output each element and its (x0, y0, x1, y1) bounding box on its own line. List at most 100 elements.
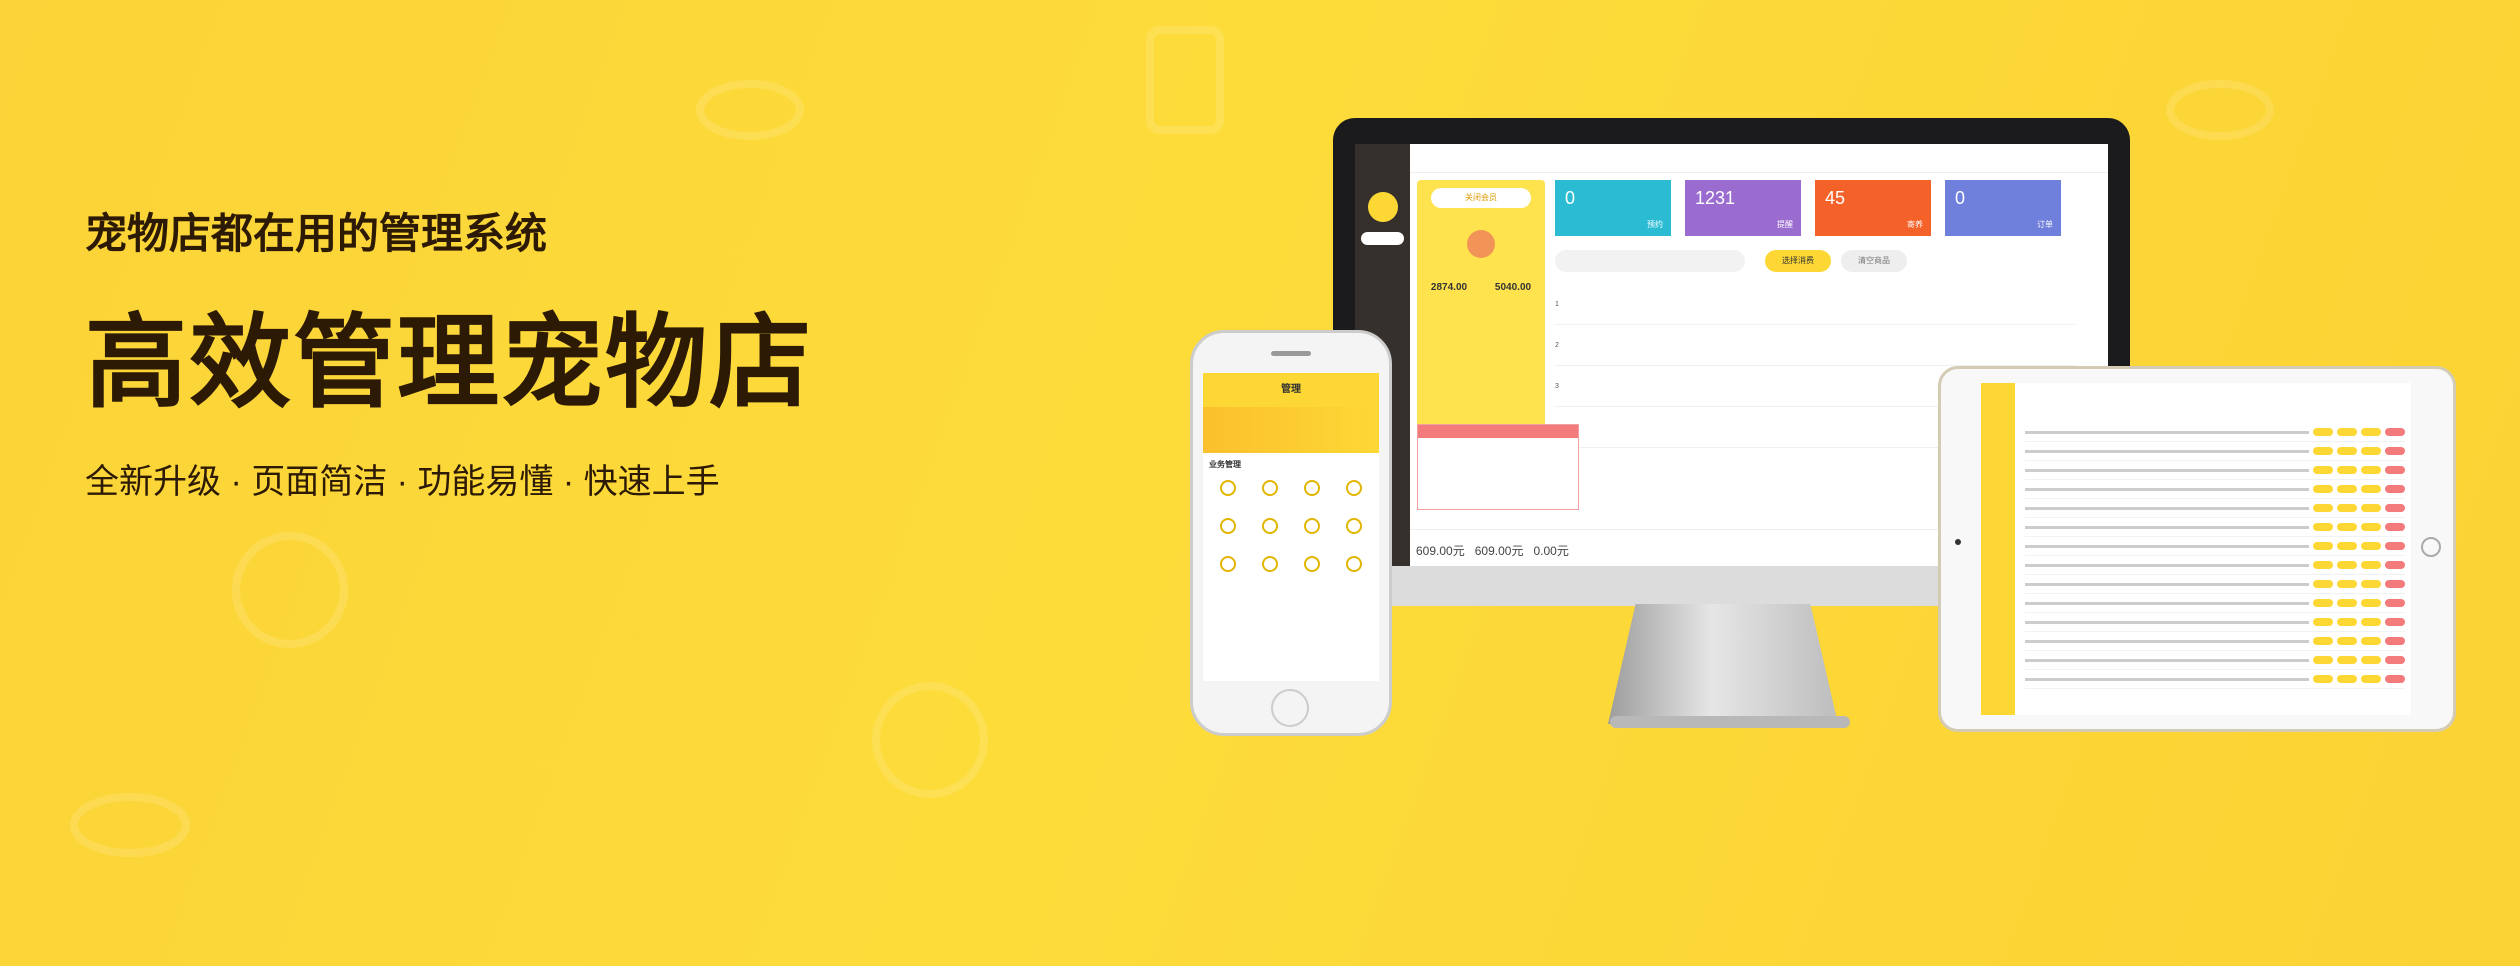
function-grid (1203, 470, 1379, 596)
table-row[interactable] (2025, 613, 2405, 632)
phone-screen: 管理 业务管理 (1203, 373, 1379, 681)
function-icon (1304, 480, 1320, 496)
table-row[interactable] (2025, 537, 2405, 556)
function-icon (1262, 518, 1278, 534)
clear-goods-button[interactable]: 清空商品 (1841, 250, 1907, 272)
row-index: 3 (1555, 382, 1559, 390)
function-icon (1220, 556, 1236, 572)
amount-3: 0.00元 (1533, 544, 1569, 558)
sidebar-item[interactable] (1355, 276, 1410, 283)
member-values: 2874.00 5040.00 (1417, 282, 1545, 293)
function-item[interactable] (1293, 556, 1331, 586)
table-row[interactable] (2025, 480, 2405, 499)
table-row[interactable] (2025, 632, 2405, 651)
stat-value: 0 (1955, 188, 1966, 208)
function-item[interactable] (1293, 518, 1331, 548)
function-item[interactable] (1209, 480, 1247, 510)
stat-card[interactable]: 0 订单 (1945, 180, 2061, 236)
promo-banner: 宠物店都在用的管理系统 高效管理宠物店 全新升级 · 页面简洁 · 功能易懂 ·… (0, 0, 2520, 966)
function-icon (1304, 556, 1320, 572)
value-left: 2874.00 (1430, 282, 1468, 293)
amount-1: 609.00元 (1416, 544, 1465, 558)
nav-item[interactable] (1426, 154, 1428, 161)
tablet-device (1938, 366, 2456, 732)
function-item[interactable] (1335, 480, 1373, 510)
search-input[interactable] (1555, 250, 1745, 272)
sidebar-item[interactable] (1355, 295, 1410, 302)
tablet-sidebar (1981, 383, 2015, 715)
dog-face-icon (872, 682, 988, 798)
amount-2: 609.00元 (1474, 544, 1524, 558)
function-item[interactable] (1251, 480, 1289, 510)
stat-label: 提醒 (1777, 220, 1793, 229)
table-row[interactable] (2025, 423, 2405, 442)
tablet-screen (1981, 383, 2411, 715)
function-item[interactable] (1251, 556, 1289, 586)
section-title: 业务管理 (1209, 460, 1241, 469)
avatar (1367, 192, 1398, 222)
desktop-topbar (1410, 144, 2108, 173)
function-item[interactable] (1293, 480, 1331, 510)
phone-title: 管理 (1203, 373, 1379, 407)
row-index: 1 (1555, 300, 1559, 308)
hero-tagline: 全新升级 · 页面简洁 · 功能易懂 · 快速上手 (85, 463, 720, 501)
notice-header (1418, 425, 1578, 438)
stat-card[interactable]: 1231 提醒 (1685, 180, 1801, 236)
sidebar-item[interactable] (1355, 257, 1410, 264)
function-item[interactable] (1335, 556, 1373, 586)
pet-bowl-icon (70, 793, 190, 857)
table-row[interactable] (2025, 670, 2405, 689)
hero-subtitle: 宠物店都在用的管理系统 (85, 210, 548, 257)
stat-value: 1231 (1695, 188, 1736, 208)
function-icon (1220, 480, 1236, 496)
function-item[interactable] (1209, 518, 1247, 548)
phone-speaker (1271, 351, 1311, 356)
sidebar-item[interactable] (1361, 232, 1404, 245)
row-index: 2 (1555, 341, 1559, 349)
function-icon (1262, 556, 1278, 572)
monitor-base (1610, 716, 1850, 728)
pet-bowl-icon (2166, 80, 2274, 140)
home-button[interactable] (1271, 689, 1309, 727)
phone-banner[interactable] (1203, 407, 1379, 453)
stat-value: 0 (1565, 188, 1576, 208)
table-row[interactable] (2025, 518, 2405, 537)
sidebar-item[interactable] (1355, 314, 1410, 321)
table-row[interactable] (2025, 575, 2405, 594)
select-consume-button[interactable]: 选择消费 (1765, 250, 1831, 272)
stat-label: 寄养 (1907, 220, 1923, 229)
dog-face-icon (232, 532, 348, 648)
function-icon (1346, 518, 1362, 534)
function-icon (1220, 518, 1236, 534)
table-row[interactable] (2025, 651, 2405, 670)
table-row[interactable] (2025, 556, 2405, 575)
function-icon (1304, 518, 1320, 534)
stat-label: 预约 (1647, 220, 1663, 229)
food-bag-icon (1146, 26, 1224, 134)
stat-card[interactable]: 45 寄养 (1815, 180, 1931, 236)
notice-row[interactable] (1418, 453, 1578, 468)
close-member-button[interactable]: 关闭会员 (1431, 188, 1531, 208)
function-item[interactable] (1335, 518, 1373, 548)
stat-card[interactable]: 0 预约 (1555, 180, 1671, 236)
stat-value: 45 (1825, 188, 1846, 208)
hero-text: 宠物店都在用的管理系统 高效管理宠物店 全新升级 · 页面简洁 · 功能易懂 ·… (85, 200, 813, 503)
table-row[interactable]: 1 (1555, 284, 2075, 325)
table-row[interactable] (2025, 499, 2405, 518)
table-row[interactable]: 2 (1555, 325, 2075, 366)
tablet-table (2025, 423, 2405, 689)
table-row[interactable] (2025, 442, 2405, 461)
function-icon (1346, 556, 1362, 572)
function-icon (1346, 480, 1362, 496)
tablet-camera (1955, 539, 1961, 545)
tablet-home-button[interactable] (2421, 537, 2441, 557)
table-row[interactable] (2025, 461, 2405, 480)
stat-label: 订单 (2037, 220, 2053, 229)
phone-device: 管理 业务管理 (1190, 330, 1392, 736)
function-item[interactable] (1209, 556, 1247, 586)
function-item[interactable] (1251, 518, 1289, 548)
notice-row[interactable] (1418, 438, 1578, 453)
function-icon (1262, 480, 1278, 496)
table-row[interactable] (2025, 594, 2405, 613)
monitor-stand (1608, 604, 1838, 724)
